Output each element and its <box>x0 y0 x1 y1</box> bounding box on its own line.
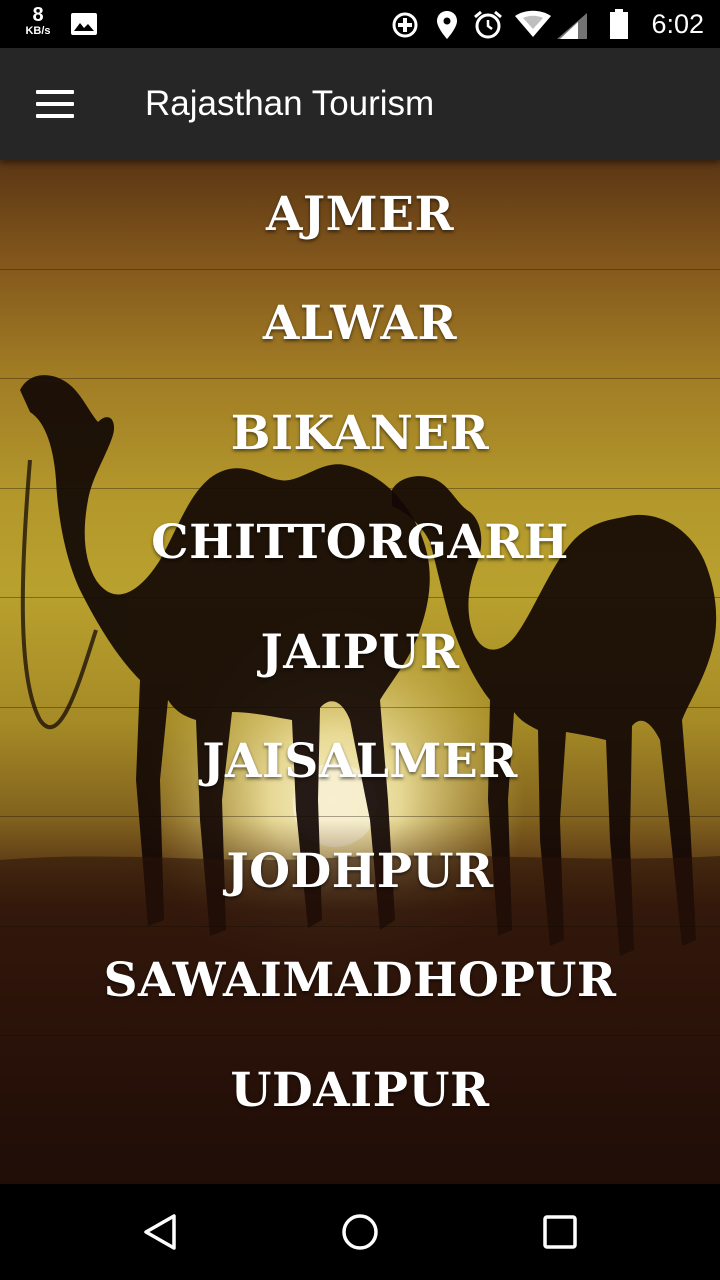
list-item[interactable]: UDAIPUR <box>0 1036 720 1146</box>
status-bar: 8 KB/s 6:02 <box>0 0 720 48</box>
battery-icon <box>610 9 628 39</box>
hamburger-menu-icon[interactable] <box>26 78 86 130</box>
list-item[interactable]: JAISALMER <box>0 708 720 817</box>
back-icon[interactable] <box>130 1206 190 1258</box>
network-speed-value: 8 <box>32 4 44 26</box>
app-title: Rajasthan Tourism <box>145 84 435 123</box>
list-item[interactable]: BIKANER <box>0 379 720 489</box>
list-item[interactable]: SAWAIMADHOPUR <box>0 927 720 1036</box>
location-icon <box>437 11 457 39</box>
list-item[interactable]: CHITTORGARH <box>0 489 720 598</box>
city-label: CHITTORGARH <box>151 515 569 571</box>
recents-icon[interactable] <box>530 1206 590 1258</box>
list-item[interactable]: JODHPUR <box>0 817 720 927</box>
city-label: JAIPUR <box>260 624 460 680</box>
city-label: UDAIPUR <box>230 1063 490 1119</box>
city-label: BIKANER <box>230 405 490 461</box>
network-speed-unit: KB/s <box>25 25 51 37</box>
city-list: AJMER ALWAR BIKANER CHITTORGARH JAIPUR J… <box>0 160 720 1146</box>
image-icon <box>71 13 97 35</box>
list-item[interactable]: ALWAR <box>0 270 720 379</box>
city-label: JAISALMER <box>202 734 518 790</box>
city-label: JODHPUR <box>226 843 494 899</box>
list-item[interactable]: JAIPUR <box>0 598 720 708</box>
city-label: SAWAIMADHOPUR <box>103 953 617 1009</box>
network-speed-indicator: 8 KB/s <box>18 4 58 38</box>
city-label: AJMER <box>265 186 455 242</box>
city-label: ALWAR <box>262 296 458 352</box>
home-icon[interactable] <box>330 1206 390 1258</box>
clock: 6:02 <box>651 9 704 39</box>
wifi-icon <box>515 10 551 37</box>
navigation-bar <box>0 1184 720 1280</box>
data-saver-icon <box>392 12 418 38</box>
city-list-screen: AJMER ALWAR BIKANER CHITTORGARH JAIPUR J… <box>0 160 720 1184</box>
list-item[interactable]: AJMER <box>0 160 720 270</box>
app-bar: Rajasthan Tourism <box>0 48 720 160</box>
alarm-icon <box>474 10 502 39</box>
signal-icon <box>557 13 587 39</box>
